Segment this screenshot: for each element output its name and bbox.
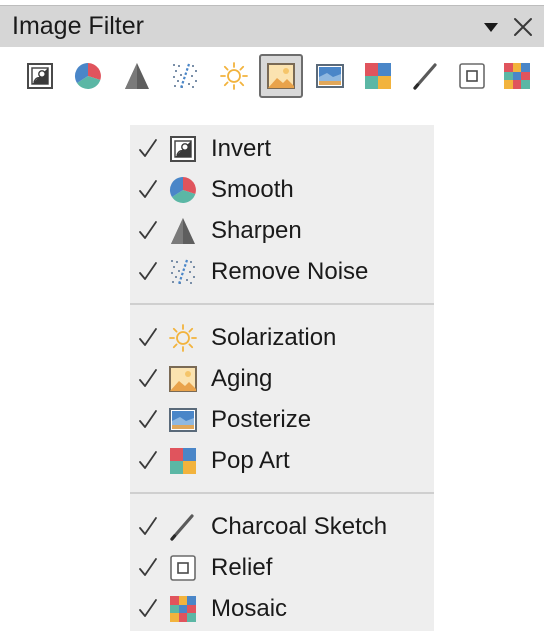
panel-title: Image Filter	[12, 12, 144, 40]
solarization-icon	[168, 323, 198, 353]
filter-menu: Invert Smooth Sharpen Remove Noise Solar…	[130, 125, 434, 631]
menu-item-remove-noise[interactable]: Remove Noise	[130, 252, 434, 292]
toolbar-button-solarization[interactable]	[212, 54, 256, 98]
menu-item-label: Aging	[211, 365, 273, 392]
posterize-icon	[315, 61, 345, 91]
menu-item-label: Mosaic	[211, 595, 288, 622]
smooth-icon	[168, 175, 198, 205]
menu-item-smooth[interactable]: Smooth	[130, 170, 434, 210]
menu-separator	[130, 303, 434, 305]
menu-item-label: Pop Art	[211, 447, 290, 474]
sharpen-icon	[122, 61, 152, 91]
menu-item-pop-art[interactable]: Pop Art	[130, 441, 434, 481]
menu-item-label: Invert	[211, 135, 272, 162]
check-icon	[138, 595, 158, 623]
menu-item-label: Sharpen	[211, 217, 302, 244]
pop-art-icon	[363, 61, 393, 91]
relief-icon	[457, 61, 487, 91]
check-icon	[138, 447, 158, 475]
toolbar-button-remove-noise[interactable]	[163, 54, 207, 98]
toolbar-button-smooth[interactable]	[66, 54, 110, 98]
mosaic-icon	[502, 61, 532, 91]
toolbar-button-aging[interactable]	[259, 54, 303, 98]
check-icon	[138, 365, 158, 393]
check-icon	[138, 554, 158, 582]
toolbar-button-mosaic[interactable]	[495, 54, 539, 98]
sharpen-icon	[168, 216, 198, 246]
smooth-icon	[73, 61, 103, 91]
menu-separator	[130, 492, 434, 494]
menu-item-invert[interactable]: Invert	[130, 129, 434, 169]
check-icon	[138, 176, 158, 204]
toolbar-button-charcoal-sketch[interactable]	[404, 54, 448, 98]
menu-item-charcoal-sketch[interactable]: Charcoal Sketch	[130, 507, 434, 547]
check-icon	[138, 258, 158, 286]
panel-titlebar: Image Filter	[0, 5, 544, 47]
menu-item-label: Relief	[211, 554, 273, 581]
check-icon	[138, 513, 158, 541]
menu-item-label: Remove Noise	[211, 258, 369, 285]
menu-item-sharpen[interactable]: Sharpen	[130, 211, 434, 251]
filter-toolbar	[0, 54, 544, 102]
posterize-icon	[168, 405, 198, 435]
check-icon	[138, 135, 158, 163]
toolbar-button-relief[interactable]	[450, 54, 494, 98]
toolbar-button-sharpen[interactable]	[115, 54, 159, 98]
toolbar-button-posterize[interactable]	[308, 54, 352, 98]
close-icon[interactable]	[510, 14, 536, 40]
aging-icon	[168, 364, 198, 394]
invert-icon	[168, 134, 198, 164]
menu-item-label: Posterize	[211, 406, 312, 433]
toolbar-button-invert[interactable]	[18, 54, 62, 98]
menu-item-label: Smooth	[211, 176, 294, 203]
check-icon	[138, 217, 158, 245]
charcoal-sketch-icon	[411, 61, 441, 91]
menu-item-posterize[interactable]: Posterize	[130, 400, 434, 440]
menu-item-label: Charcoal Sketch	[211, 513, 388, 540]
image-filter-panel: Image Filter	[0, 0, 544, 100]
menu-item-label: Solarization	[211, 324, 337, 351]
pop-art-icon	[168, 446, 198, 476]
relief-icon	[168, 553, 198, 583]
charcoal-sketch-icon	[168, 512, 198, 542]
aging-icon	[266, 61, 296, 91]
dropdown-arrow-icon[interactable]	[480, 16, 502, 38]
menu-item-solarization[interactable]: Solarization	[130, 318, 434, 358]
menu-item-aging[interactable]: Aging	[130, 359, 434, 399]
menu-item-relief[interactable]: Relief	[130, 548, 434, 588]
menu-item-mosaic[interactable]: Mosaic	[130, 589, 434, 629]
toolbar-button-pop-art[interactable]	[356, 54, 400, 98]
solarization-icon	[219, 61, 249, 91]
remove-noise-icon	[168, 257, 198, 287]
mosaic-icon	[168, 594, 198, 624]
check-icon	[138, 406, 158, 434]
remove-noise-icon	[170, 61, 200, 91]
invert-icon	[25, 61, 55, 91]
check-icon	[138, 324, 158, 352]
